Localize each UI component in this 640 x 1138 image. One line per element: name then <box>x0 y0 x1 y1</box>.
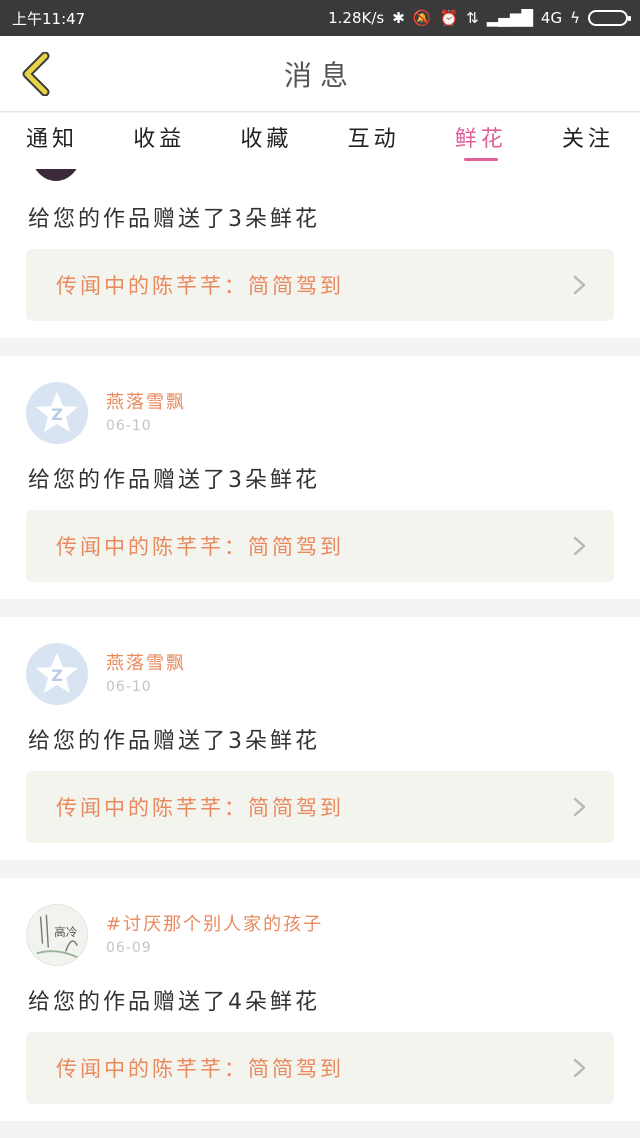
list-item: 给您的作品赠送了3朵鲜花 传闻中的陈芊芊：简简驾到 <box>0 169 640 338</box>
status-icons: 1.28K/s ✱ 🔕 ⏰ ⇅ ▂▄▆█ 4G ϟ <box>328 9 631 27</box>
svg-text:Z: Z <box>51 666 63 685</box>
charging-icon: ϟ <box>570 9 580 27</box>
message-text: 给您的作品赠送了3朵鲜花 <box>28 468 320 493</box>
tab-label: 关注 <box>561 127 614 152</box>
tab-label: 鲜花 <box>454 127 507 152</box>
tab-flowers[interactable]: 鲜花 <box>455 113 507 161</box>
battery-icon <box>588 10 631 26</box>
tab-label: 互动 <box>347 127 400 152</box>
message-text: 给您的作品赠送了3朵鲜花 <box>28 729 320 754</box>
message-date: 06-10 <box>106 679 152 695</box>
tab-label: 收藏 <box>240 127 293 152</box>
tab-favorites[interactable]: 收藏 <box>240 113 292 161</box>
work-link[interactable]: 传闻中的陈芊芊：简简驾到 <box>26 510 614 582</box>
user-avatar-image: 高冷 <box>27 905 87 965</box>
tab-interactions[interactable]: 互动 <box>348 113 400 161</box>
avatar[interactable] <box>30 169 82 181</box>
list-item: 高冷 #讨厌那个别人家的孩子 06-09 给您的作品赠送了4朵鲜花 传闻中的陈芊… <box>0 878 640 1121</box>
tab-follows[interactable]: 关注 <box>562 113 614 161</box>
svg-text:高冷: 高冷 <box>54 925 78 939</box>
svg-text:Z: Z <box>51 405 63 424</box>
username[interactable]: 燕落雪飘 <box>106 388 186 414</box>
work-title: 传闻中的陈芊芊：简简驾到 <box>56 274 344 298</box>
chevron-right-icon <box>573 275 586 295</box>
avatar[interactable]: Z <box>26 643 88 705</box>
status-time: 上午11:47 <box>12 9 86 28</box>
signal-icon: ▂▄▆█ <box>486 9 533 27</box>
work-link[interactable]: 传闻中的陈芊芊：简简驾到 <box>26 1032 614 1104</box>
tab-label: 通知 <box>26 127 79 152</box>
message-text: 给您的作品赠送了3朵鲜花 <box>28 207 320 232</box>
alarm-icon: ⏰ <box>439 9 459 27</box>
work-title: 传闻中的陈芊芊：简简驾到 <box>56 1057 344 1081</box>
tab-notifications[interactable]: 通知 <box>26 113 78 161</box>
bluetooth-icon: ✱ <box>392 9 405 27</box>
default-avatar-icon: Z <box>26 643 88 705</box>
message-list[interactable]: 给您的作品赠送了3朵鲜花 传闻中的陈芊芊：简简驾到 Z 燕落雪飘 06-10 给… <box>0 169 640 1138</box>
network-type: 4G <box>540 9 563 27</box>
active-tab-indicator <box>463 158 498 161</box>
username[interactable]: #讨厌那个别人家的孩子 <box>106 910 323 936</box>
avatar[interactable]: 高冷 <box>26 904 88 966</box>
work-link[interactable]: 传闻中的陈芊芊：简简驾到 <box>26 249 614 321</box>
tab-bar: 通知 收益 收藏 互动 鲜花 关注 <box>0 113 640 169</box>
chevron-right-icon <box>573 797 586 817</box>
message-text: 给您的作品赠送了4朵鲜花 <box>28 990 320 1015</box>
work-link[interactable]: 传闻中的陈芊芊：简简驾到 <box>26 771 614 843</box>
tab-label: 收益 <box>133 127 186 152</box>
chevron-right-icon <box>573 1058 586 1078</box>
status-bar: 上午11:47 1.28K/s ✱ 🔕 ⏰ ⇅ ▂▄▆█ 4G ϟ <box>0 0 640 36</box>
avatar[interactable]: Z <box>26 382 88 444</box>
chevron-right-icon <box>573 536 586 556</box>
network-speed: 1.28K/s <box>328 9 385 27</box>
tab-earnings[interactable]: 收益 <box>133 113 185 161</box>
username[interactable]: 燕落雪飘 <box>106 649 186 675</box>
default-avatar-icon: Z <box>26 382 88 444</box>
list-item: Z 燕落雪飘 06-10 给您的作品赠送了3朵鲜花 传闻中的陈芊芊：简简驾到 <box>0 356 640 599</box>
data-transfer-icon: ⇅ <box>466 9 479 27</box>
list-item: Z 燕落雪飘 06-10 给您的作品赠送了3朵鲜花 传闻中的陈芊芊：简简驾到 <box>0 617 640 860</box>
header: 消息 <box>0 36 640 112</box>
mute-icon: 🔕 <box>412 9 432 27</box>
message-date: 06-09 <box>106 940 152 956</box>
message-date: 06-10 <box>106 418 152 434</box>
work-title: 传闻中的陈芊芊：简简驾到 <box>56 796 344 820</box>
page-title: 消息 <box>283 58 356 92</box>
work-title: 传闻中的陈芊芊：简简驾到 <box>56 535 344 559</box>
chevron-left-icon <box>22 52 50 96</box>
back-button[interactable] <box>14 50 58 98</box>
